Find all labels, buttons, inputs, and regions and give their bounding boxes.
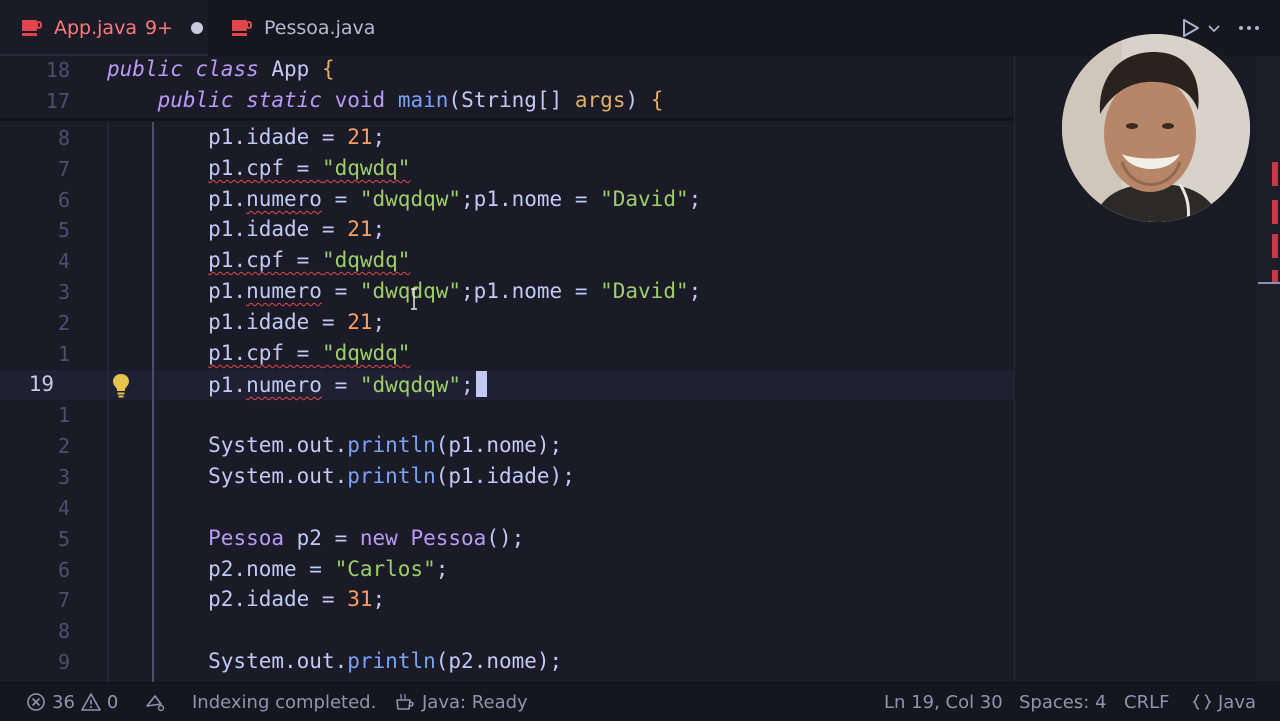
problem-count-badge: 9+ [144,17,173,39]
presenter-avatar [1062,34,1250,222]
indexing-status: Indexing completed. [192,691,377,713]
cursor-position[interactable]: Ln 19, Col 30 [884,683,1003,721]
line-number: 6 [57,188,70,212]
line-number: 2 [57,311,70,335]
editor-ruler [1014,56,1015,682]
line-number: 7 [57,157,70,181]
warning-icon [81,693,101,711]
code-line: System.out.println(p1.idade); [107,464,575,488]
code-line: System.out.println(p1.nome); [107,433,563,457]
code-line: p1.cpf = "dqwdq" [208,341,411,365]
line-number: 18 [45,58,70,82]
broadcast-icon [146,695,165,712]
tab-pessoa-java[interactable]: Pessoa.java [210,0,410,56]
cursor-position-marker [1258,282,1280,284]
indentation-setting[interactable]: Spaces: 4 [1019,683,1106,721]
status-bar: 36 0 Indexing completed. Java: Ready Ln … [0,682,1280,721]
code-line: p1.cpf = "dqwdq" [208,248,411,272]
unsaved-dot-icon[interactable] [190,22,203,34]
chevron-down-icon[interactable] [1208,14,1220,42]
line-number: 1 [57,342,70,366]
code-line-current[interactable]: p1.numero = "dwqdqw"; [107,371,487,397]
code-line: p1.cpf = "dqwdq" [208,156,411,180]
code-line: public class App { [107,57,335,81]
line-number: 4 [57,249,70,273]
line-number: 1 [57,403,70,427]
tab-label: App.java [54,17,137,39]
code-line: p1.idade = 21; [107,125,386,149]
code-line: p1.numero = "dwqdqw";p1.nome = "David"; [107,279,702,303]
problems-indicator[interactable]: 36 0 [26,683,118,721]
java-file-icon [232,20,252,36]
coffee-icon [396,693,414,710]
line-number-current: 19 [28,372,54,396]
line-number: 2 [57,434,70,458]
code-line: Pessoa p2 = new Pessoa(); [208,526,525,550]
line-number: 8 [57,126,70,150]
java-file-icon [22,20,42,36]
java-status[interactable]: Java: Ready [394,683,528,721]
webcam-overlay [1062,34,1250,222]
line-number: 3 [57,465,70,489]
line-number: 8 [57,619,70,643]
warning-count: 0 [106,691,119,713]
error-icon [27,693,45,711]
java-status-label: Java: Ready [422,691,528,713]
line-number: 4 [57,496,70,520]
language-label: Java [1218,691,1257,713]
error-count: 36 [52,691,75,713]
code-line: System.out.println(p2.nome); [107,649,563,673]
line-number: 6 [57,558,70,582]
language-mode[interactable]: Java [1192,683,1256,721]
error-marker [1272,200,1278,224]
line-number: 5 [57,218,70,242]
editor-actions [1182,14,1260,42]
line-ending[interactable]: CRLF [1124,683,1169,721]
code-line: p1.numero = "dwqdqw";p1.nome = "David"; [107,187,702,211]
code-line: public static void main(String[] args) { [157,88,664,112]
braces-icon [1192,694,1212,710]
line-number: 7 [57,588,70,612]
more-icon[interactable] [1238,14,1260,42]
vertical-scrollbar[interactable] [1256,56,1280,682]
text-cursor [475,371,487,397]
line-number: 5 [57,527,70,551]
code-line: p1.idade = 21; [107,310,386,334]
editor-tab-bar: App.java 9+ Pessoa.java [0,0,1280,57]
code-line: p2.idade = 31; [107,587,386,611]
ports-item[interactable] [144,683,166,721]
code-line: p2.nome = "Carlos"; [107,557,449,581]
error-marker [1272,234,1278,258]
tab-label: Pessoa.java [264,17,376,39]
line-number: 9 [57,650,70,674]
line-number: 17 [45,89,70,113]
sticky-scroll-shadow [0,118,1015,122]
mouse-ibeam-cursor [410,288,418,310]
code-line: p1.idade = 21; [107,217,386,241]
error-marker [1272,162,1278,186]
tab-app-java[interactable]: App.java 9+ [0,0,208,56]
line-number: 3 [57,280,70,304]
